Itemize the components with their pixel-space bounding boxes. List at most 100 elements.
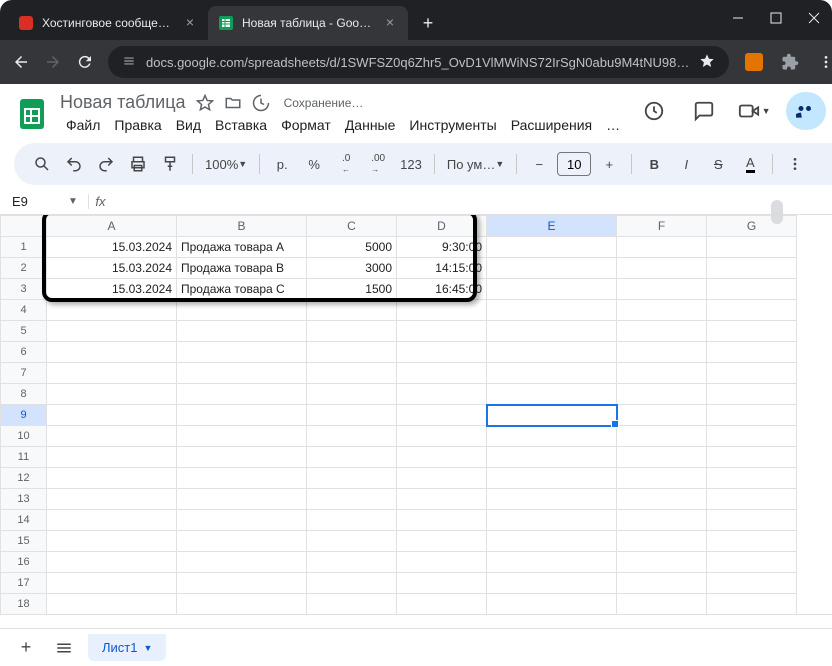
menu-file[interactable]: Файл xyxy=(60,115,106,135)
sheet-tab-1[interactable]: Лист1▼ xyxy=(88,634,166,661)
currency-button[interactable]: р. xyxy=(268,150,296,178)
forward-button[interactable] xyxy=(44,52,62,72)
cell-A1[interactable]: 15.03.2024 xyxy=(47,237,177,258)
row-hdr-1[interactable]: 1 xyxy=(1,237,47,258)
row-hdr-3[interactable]: 3 xyxy=(1,279,47,300)
menu-edit[interactable]: Правка xyxy=(108,115,167,135)
row-hdr-16[interactable]: 16 xyxy=(1,552,47,573)
menu-insert[interactable]: Вставка xyxy=(209,115,273,135)
col-hdr-C[interactable]: C xyxy=(307,216,397,237)
col-hdr-F[interactable]: F xyxy=(617,216,707,237)
star-icon[interactable] xyxy=(699,53,715,72)
cell-G2[interactable] xyxy=(707,258,797,279)
url-box[interactable]: docs.google.com/spreadsheets/d/1SWFSZ0q6… xyxy=(108,46,729,78)
move-doc-icon[interactable] xyxy=(224,94,242,112)
browser-tab-0[interactable]: Хостинговое сообщество «Tim × xyxy=(8,6,208,40)
star-doc-icon[interactable] xyxy=(196,94,214,112)
meet-button[interactable]: ▼ xyxy=(736,93,772,129)
print-button[interactable] xyxy=(124,150,152,178)
italic-button[interactable]: I xyxy=(672,150,700,178)
text-color-button[interactable]: A xyxy=(736,150,764,178)
row-hdr-5[interactable]: 5 xyxy=(1,321,47,342)
font-size-increase[interactable]: + xyxy=(595,150,623,178)
toolbar-more-button[interactable] xyxy=(781,150,809,178)
cell-C3[interactable]: 1500 xyxy=(307,279,397,300)
site-info-icon[interactable] xyxy=(122,54,136,71)
cell-B1[interactable]: Продажа товара А xyxy=(177,237,307,258)
row-hdr-11[interactable]: 11 xyxy=(1,447,47,468)
col-hdr-G[interactable]: G xyxy=(707,216,797,237)
row-hdr-6[interactable]: 6 xyxy=(1,342,47,363)
cell-C2[interactable]: 3000 xyxy=(307,258,397,279)
redo-button[interactable] xyxy=(92,150,120,178)
cell-E1[interactable] xyxy=(487,237,617,258)
menu-extensions[interactable]: Расширения xyxy=(505,115,598,135)
col-hdr-B[interactable]: B xyxy=(177,216,307,237)
ext-icon-1[interactable] xyxy=(743,51,765,73)
ext-icon-2[interactable] xyxy=(779,51,801,73)
cell-F2[interactable] xyxy=(617,258,707,279)
search-menus-button[interactable] xyxy=(28,150,56,178)
row-hdr-8[interactable]: 8 xyxy=(1,384,47,405)
menu-more[interactable]: … xyxy=(600,115,626,135)
spreadsheet-grid[interactable]: A B C D E F G 115.03.2024Продажа товара … xyxy=(0,215,832,614)
cell-A3[interactable]: 15.03.2024 xyxy=(47,279,177,300)
cell-A2[interactable]: 15.03.2024 xyxy=(47,258,177,279)
col-hdr-E[interactable]: E xyxy=(487,216,617,237)
undo-button[interactable] xyxy=(60,150,88,178)
tab-close-1[interactable]: × xyxy=(382,15,398,31)
cell-B2[interactable]: Продажа товара В xyxy=(177,258,307,279)
row-hdr-17[interactable]: 17 xyxy=(1,573,47,594)
cell-D3[interactable]: 16:45:00 xyxy=(397,279,487,300)
cell-C1[interactable]: 5000 xyxy=(307,237,397,258)
new-tab-button[interactable]: + xyxy=(414,9,442,37)
all-sheets-button[interactable] xyxy=(50,634,78,662)
cell-E2[interactable] xyxy=(487,258,617,279)
zoom-select[interactable]: 100% ▼ xyxy=(201,150,251,178)
cell-E3[interactable] xyxy=(487,279,617,300)
browser-menu[interactable] xyxy=(815,51,832,73)
cell-F1[interactable] xyxy=(617,237,707,258)
menu-view[interactable]: Вид xyxy=(170,115,207,135)
cell-D1[interactable]: 9:30:00 xyxy=(397,237,487,258)
row-hdr-10[interactable]: 10 xyxy=(1,426,47,447)
menu-tools[interactable]: Инструменты xyxy=(403,115,502,135)
percent-button[interactable]: % xyxy=(300,150,328,178)
font-select[interactable]: По ум… ▼ xyxy=(443,150,508,178)
decrease-decimal-button[interactable]: .0← xyxy=(332,150,360,178)
more-formats-button[interactable]: 123 xyxy=(396,150,426,178)
row-hdr-2[interactable]: 2 xyxy=(1,258,47,279)
font-size-input[interactable]: 10 xyxy=(557,152,591,176)
cell-G3[interactable] xyxy=(707,279,797,300)
strike-button[interactable]: S xyxy=(704,150,732,178)
add-sheet-button[interactable]: + xyxy=(12,634,40,662)
cell-F3[interactable] xyxy=(617,279,707,300)
name-box-arrow[interactable]: ▼ xyxy=(68,196,78,207)
sheets-logo[interactable] xyxy=(14,96,50,132)
menu-format[interactable]: Формат xyxy=(275,115,337,135)
window-maximize[interactable] xyxy=(766,8,786,28)
font-size-decrease[interactable]: − xyxy=(525,150,553,178)
share-button[interactable] xyxy=(786,92,826,130)
row-hdr-7[interactable]: 7 xyxy=(1,363,47,384)
row-hdr-15[interactable]: 15 xyxy=(1,531,47,552)
paint-format-button[interactable] xyxy=(156,150,184,178)
horizontal-scroll[interactable]: ◄► xyxy=(0,614,832,628)
row-hdr-9[interactable]: 9 xyxy=(1,405,47,426)
history-button[interactable] xyxy=(636,93,672,129)
bold-button[interactable]: B xyxy=(640,150,668,178)
tab-close-0[interactable]: × xyxy=(182,15,198,31)
cell-E9[interactable] xyxy=(487,405,617,426)
reload-button[interactable] xyxy=(76,52,94,72)
increase-decimal-button[interactable]: .00→ xyxy=(364,150,392,178)
browser-tab-1[interactable]: Новая таблица - Google Табли × xyxy=(208,6,408,40)
cell-G1[interactable] xyxy=(707,237,797,258)
cloud-status-icon[interactable] xyxy=(252,94,270,112)
select-all-corner[interactable] xyxy=(1,216,47,237)
row-hdr-4[interactable]: 4 xyxy=(1,300,47,321)
row-hdr-12[interactable]: 12 xyxy=(1,468,47,489)
menu-data[interactable]: Данные xyxy=(339,115,402,135)
cell-D2[interactable]: 14:15:00 xyxy=(397,258,487,279)
sheet-tab-menu-icon[interactable]: ▼ xyxy=(143,643,152,653)
col-hdr-D[interactable]: D xyxy=(397,216,487,237)
